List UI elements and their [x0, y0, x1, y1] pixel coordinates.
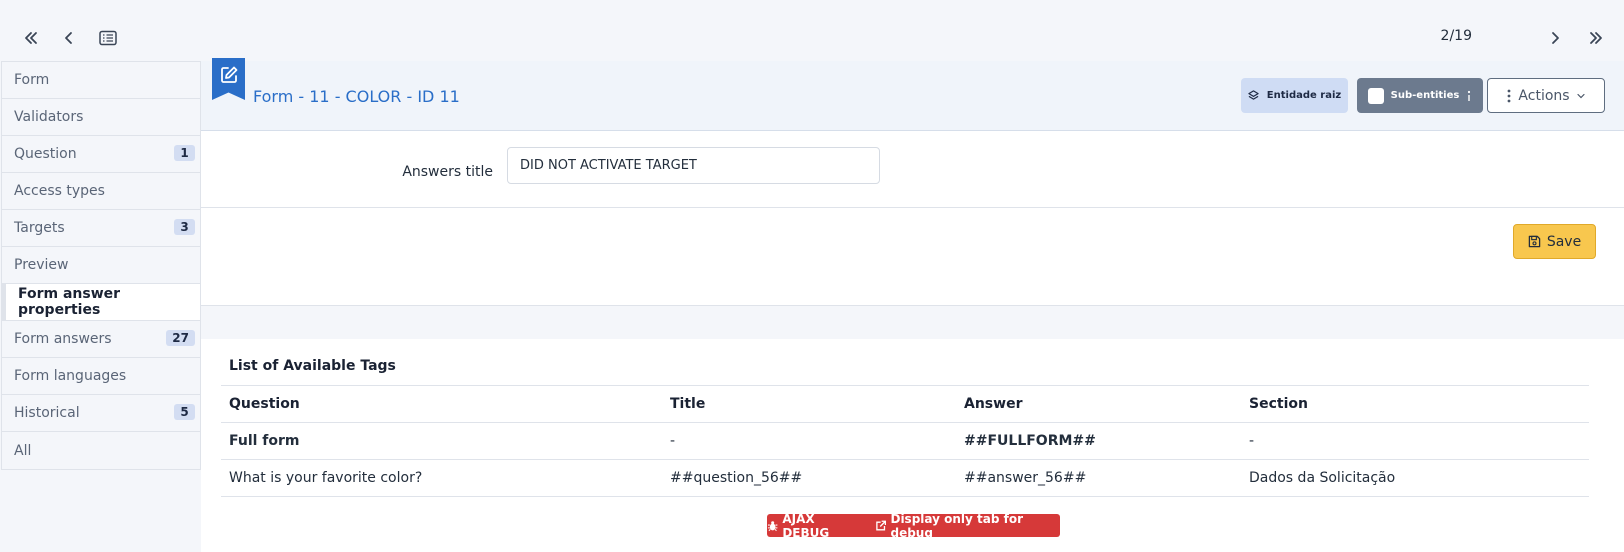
table-row: Full form - ##FULLFORM## -: [221, 422, 1589, 460]
sidebar-item-label: Form answers: [14, 331, 112, 347]
chevron-left-icon: [65, 32, 72, 44]
entidade-raiz-label: Entidade raiz: [1266, 90, 1342, 101]
table-row: What is your favorite color? ##question_…: [221, 459, 1589, 497]
page-title: Form - 11 - COLOR - ID 11: [253, 87, 460, 106]
top-navigation: 2/19: [0, 0, 1624, 62]
sidebar-item-label: Historical: [14, 405, 80, 421]
sidebar-item-historical[interactable]: Historical 5: [2, 395, 200, 432]
sidebar-item-label: Validators: [14, 109, 84, 125]
table-header-row: Question Title Answer Section: [221, 385, 1589, 423]
table-cell: Dados da Solicitação: [1241, 459, 1589, 497]
count-badge: 3: [174, 219, 195, 235]
last-item-button[interactable]: [1582, 24, 1610, 52]
sidebar-item-all[interactable]: All: [2, 432, 200, 469]
column-header-question: Question: [221, 385, 662, 423]
sidebar-item-label: Form answer properties: [18, 286, 121, 318]
table-cell: Full form: [221, 422, 662, 460]
table-cell: ##question_56##: [662, 459, 956, 497]
main-content: Form - 11 - COLOR - ID 11 Entidade raiz …: [201, 58, 1624, 552]
sidebar-item-preview[interactable]: Preview: [2, 247, 200, 284]
sidebar-item-label: Targets: [14, 220, 65, 236]
edit-ribbon: [212, 58, 245, 100]
layers-icon: [1248, 90, 1259, 100]
external-link-icon: [876, 520, 887, 530]
chevrons-right-icon: [1590, 32, 1602, 44]
sidebar-item-form-languages[interactable]: Form languages: [2, 358, 200, 395]
sidebar-item-validators[interactable]: Validators: [2, 99, 200, 136]
first-item-button[interactable]: [17, 24, 45, 52]
sidebar-item-question[interactable]: Question 1: [2, 136, 200, 173]
next-item-button[interactable]: [1541, 24, 1569, 52]
sidebar-item-form-answer-properties[interactable]: Form answer properties: [2, 284, 200, 321]
answers-title-label: Answers title: [402, 164, 493, 180]
ajax-debug-button[interactable]: AJAX DEBUG: [767, 512, 861, 540]
table-cell: -: [662, 422, 956, 460]
table-cell: ##answer_56##: [956, 459, 1241, 497]
column-header-answer: Answer: [956, 385, 1241, 423]
table-cell: ##FULLFORM##: [956, 422, 1241, 460]
more-vertical-icon: [1508, 89, 1511, 102]
actions-button[interactable]: Actions: [1487, 78, 1605, 113]
tags-table: Question Title Answer Section Full form …: [221, 385, 1589, 497]
sub-entities-checkbox[interactable]: [1367, 87, 1384, 104]
sidebar-item-label: Access types: [14, 183, 105, 199]
count-badge: 5: [174, 404, 195, 420]
sidebar-item-form-answers[interactable]: Form answers 27: [2, 321, 200, 358]
list-icon: [99, 30, 117, 46]
table-cell: -: [1241, 422, 1589, 460]
sidebar-item-access-types[interactable]: Access types: [2, 173, 200, 210]
count-badge: 1: [174, 145, 195, 161]
list-view-button[interactable]: [94, 24, 122, 52]
sidebar: Form Validators Question 1 Access types T…: [1, 61, 201, 470]
sidebar-item-targets[interactable]: Targets 3: [2, 210, 200, 247]
table-cell: What is your favorite color?: [221, 459, 662, 497]
chevron-right-icon: [1552, 32, 1559, 44]
sub-entities-toggle[interactable]: Sub-entities: [1357, 78, 1483, 113]
save-icon: [1528, 235, 1541, 248]
entidade-raiz-button[interactable]: Entidade raiz: [1241, 78, 1348, 113]
answers-title-row: Answers title: [201, 131, 1624, 208]
sidebar-item-form[interactable]: Form: [2, 62, 200, 99]
item-counter: 2/19: [1440, 28, 1472, 44]
chevrons-left-icon: [25, 32, 37, 44]
count-badge: 27: [166, 330, 195, 346]
actions-label: Actions: [1518, 87, 1570, 104]
previous-item-button[interactable]: [55, 24, 83, 52]
display-tab-debug-label: Display only tab for debug: [890, 511, 1024, 540]
chevron-down-icon: [1576, 93, 1585, 98]
save-button[interactable]: Save: [1513, 224, 1596, 259]
sub-entities-label: Sub-entities: [1390, 90, 1460, 101]
sidebar-item-label: Form languages: [14, 368, 127, 384]
save-area: Save: [201, 208, 1624, 306]
info-icon: [1468, 90, 1471, 101]
section-divider: [201, 306, 1624, 339]
ajax-debug-label: AJAX DEBUG: [782, 511, 830, 540]
column-header-section: Section: [1241, 385, 1589, 423]
sidebar-item-label: All: [14, 442, 32, 459]
sidebar-item-label: Question: [14, 146, 77, 162]
column-header-title: Title: [662, 385, 956, 423]
page-header: Form - 11 - COLOR - ID 11 Entidade raiz …: [201, 58, 1624, 131]
debug-bar: AJAX DEBUG Display only tab for debug: [767, 512, 1060, 540]
display-tab-debug-link[interactable]: Display only tab for debug: [875, 512, 1060, 540]
edit-icon: [220, 66, 237, 83]
answers-title-input[interactable]: [507, 147, 880, 184]
bug-icon: [767, 520, 778, 531]
sidebar-item-label: Preview: [14, 257, 69, 273]
tags-title: List of Available Tags: [229, 358, 396, 374]
save-label: Save: [1546, 233, 1582, 250]
sidebar-item-label: Form: [14, 72, 50, 88]
